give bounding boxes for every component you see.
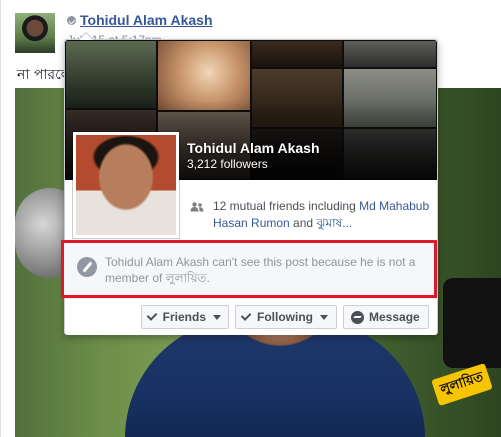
friends-button-label: Friends — [162, 310, 206, 324]
post-author-row: Tohidul Alam Akash — [67, 12, 213, 28]
globe-icon — [67, 15, 76, 25]
mutual-friends-text: 12 mutual friends including Md Mahabub H… — [193, 198, 431, 232]
check-icon — [146, 310, 158, 321]
mutual-friends: 12 mutual friends including Md Mahabub H… — [190, 198, 431, 232]
friends-icon — [190, 202, 204, 212]
visibility-notice-text: Tohidul Alam Akash can't see this post b… — [105, 255, 416, 285]
mutual-friend-link-2[interactable]: ঝুমাষ... — [316, 216, 352, 230]
friends-button[interactable]: Friends — [141, 305, 229, 329]
cover-tile — [65, 40, 157, 109]
photo-sign-label: লুলায়িত — [431, 362, 494, 407]
hovercard-followers: 3,212 followers — [187, 157, 268, 171]
hovercard-name[interactable]: Tohidul Alam Akash — [187, 140, 320, 156]
following-button[interactable]: Following — [235, 305, 337, 329]
cover-tile — [251, 40, 343, 68]
profile-hovercard: Tohidul Alam Akash 3,212 followers 12 mu… — [61, 31, 438, 335]
post-author-avatar[interactable] — [15, 13, 55, 53]
message-button[interactable]: Message — [343, 305, 429, 329]
message-button-label: Message — [369, 310, 420, 324]
visibility-notice: Tohidul Alam Akash can't see this post b… — [61, 240, 437, 298]
post-author-name[interactable]: Tohidul Alam Akash — [80, 12, 213, 28]
following-button-label: Following — [257, 310, 313, 324]
mutual-friends-prefix: 12 mutual friends including — [213, 199, 360, 213]
profile-picture[interactable] — [73, 132, 179, 238]
blocked-icon — [77, 257, 97, 277]
cover-tile — [343, 40, 437, 68]
mutual-friends-joiner: and — [289, 216, 317, 230]
caret-down-icon — [320, 314, 328, 320]
check-icon — [240, 310, 252, 321]
profile-picture-image — [76, 135, 176, 235]
hovercard-actions: Friends Following Message — [65, 298, 437, 335]
photo-sign — [443, 278, 501, 368]
caret-down-icon — [213, 314, 221, 320]
messenger-icon — [351, 310, 364, 324]
